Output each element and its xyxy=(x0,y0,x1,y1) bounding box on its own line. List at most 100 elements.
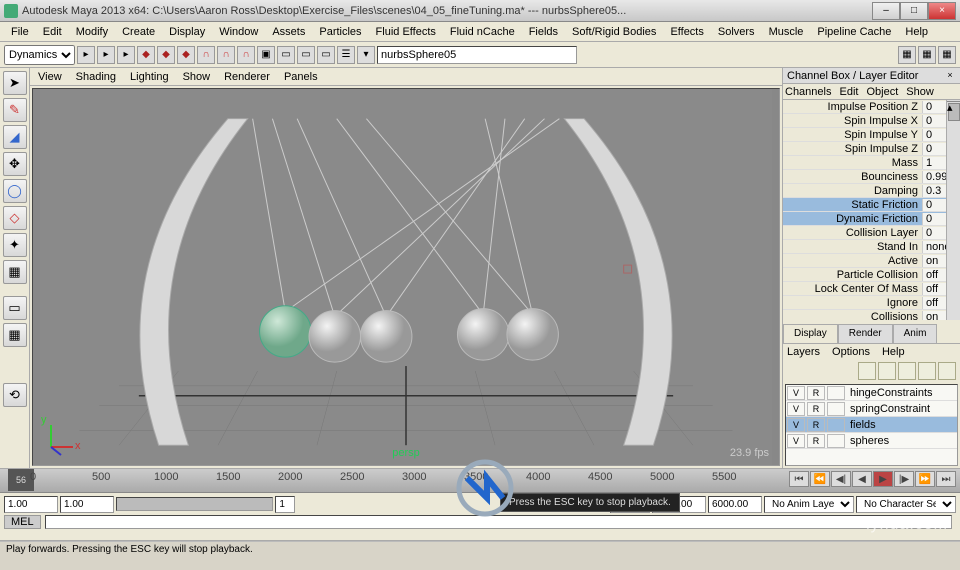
render-icon[interactable]: ▭ xyxy=(297,46,315,64)
channel-menu-item[interactable]: Channels xyxy=(785,86,831,98)
select-tool[interactable]: ➤ xyxy=(3,71,27,95)
layer-menu-item[interactable]: Options xyxy=(832,346,870,358)
layer-ref[interactable]: R xyxy=(807,434,825,448)
channel-menu-item[interactable]: Edit xyxy=(839,86,858,98)
range-start2-field[interactable] xyxy=(60,496,114,513)
render-icon[interactable]: ▭ xyxy=(317,46,335,64)
channel-menu-item[interactable]: Show xyxy=(906,86,934,98)
menu-softrigidbodies[interactable]: Soft/Rigid Bodies xyxy=(565,24,663,40)
menu-modify[interactable]: Modify xyxy=(69,24,115,40)
layer-ref[interactable]: R xyxy=(807,402,825,416)
layer-tab-display[interactable]: Display xyxy=(783,324,838,343)
menu-file[interactable]: File xyxy=(4,24,36,40)
shelf-icon[interactable]: ▾ xyxy=(357,46,375,64)
channel-row[interactable]: Dynamic Friction0 xyxy=(783,212,960,226)
history-icon[interactable]: ⟲ xyxy=(3,383,27,407)
playback-button[interactable]: ▶ xyxy=(873,471,893,487)
layer-row[interactable]: VRfields xyxy=(786,417,957,433)
channel-box[interactable]: Impulse Position Z0Spin Impulse X0Spin I… xyxy=(783,100,960,320)
playback-button[interactable]: ◀ xyxy=(852,471,872,487)
menu-fluidncache[interactable]: Fluid nCache xyxy=(443,24,522,40)
layer-icon[interactable] xyxy=(938,362,956,380)
channel-row[interactable]: Collision Layer0 xyxy=(783,226,960,240)
key-icon[interactable]: ◆ xyxy=(177,46,195,64)
channel-row[interactable]: Particle Collisionoff xyxy=(783,268,960,282)
channel-row[interactable]: Activeon xyxy=(783,254,960,268)
layer-icon[interactable] xyxy=(918,362,936,380)
shelf-icon[interactable]: ▸ xyxy=(77,46,95,64)
channel-row[interactable]: Spin Impulse X0 xyxy=(783,114,960,128)
layer-list[interactable]: VRhingeConstraintsVRspringConstraintVRfi… xyxy=(785,384,958,466)
channel-row[interactable]: Static Friction0 xyxy=(783,198,960,212)
layer-icon[interactable] xyxy=(898,362,916,380)
panel-toggle-icon[interactable]: ▦ xyxy=(938,46,956,64)
view-menu-item[interactable]: Lighting xyxy=(130,71,169,83)
last-tool[interactable]: ▦ xyxy=(3,260,27,284)
playback-button[interactable]: ⏩ xyxy=(915,471,935,487)
layer-menu-item[interactable]: Layers xyxy=(787,346,820,358)
range-slider[interactable] xyxy=(116,497,273,511)
shelf-icon[interactable]: ☰ xyxy=(337,46,355,64)
minimize-button[interactable]: – xyxy=(872,2,900,20)
range-end2-field[interactable] xyxy=(708,496,762,513)
channel-menu-item[interactable]: Object xyxy=(866,86,898,98)
shelf-icon[interactable]: ▸ xyxy=(117,46,135,64)
layer-tab-render[interactable]: Render xyxy=(838,324,893,343)
view-menu-item[interactable]: Panels xyxy=(284,71,318,83)
layer-row[interactable]: VRspringConstraint xyxy=(786,401,957,417)
layer-ref[interactable]: R xyxy=(807,418,825,432)
scrollbar[interactable]: ▴ xyxy=(946,100,960,320)
range-start-field[interactable] xyxy=(4,496,58,513)
layer-vis[interactable]: V xyxy=(787,418,805,432)
playback-button[interactable]: |▶ xyxy=(894,471,914,487)
channel-row[interactable]: Lock Center Of Massoff xyxy=(783,282,960,296)
layer-ref[interactable]: R xyxy=(807,386,825,400)
render-icon[interactable]: ▭ xyxy=(277,46,295,64)
layer-color[interactable] xyxy=(827,402,845,416)
menu-particles[interactable]: Particles xyxy=(312,24,368,40)
playback-button[interactable]: ⏭ xyxy=(936,471,956,487)
channel-row[interactable]: Mass1 xyxy=(783,156,960,170)
channel-row[interactable]: Bounciness0.99 xyxy=(783,170,960,184)
close-button[interactable]: × xyxy=(928,2,956,20)
shelf-icon[interactable]: ▣ xyxy=(257,46,275,64)
key-icon[interactable]: ◆ xyxy=(157,46,175,64)
panel-close-icon[interactable]: × xyxy=(944,70,956,82)
layout-single[interactable]: ▭ xyxy=(3,296,27,320)
menu-solvers[interactable]: Solvers xyxy=(711,24,762,40)
view-menu-item[interactable]: Shading xyxy=(76,71,116,83)
menu-create[interactable]: Create xyxy=(115,24,162,40)
layer-color[interactable] xyxy=(827,434,845,448)
manip-tool[interactable]: ✦ xyxy=(3,233,27,257)
layer-icon[interactable] xyxy=(858,362,876,380)
frame-field[interactable] xyxy=(275,496,295,513)
char-set-select[interactable]: No Character Set xyxy=(856,496,956,513)
view-menu-item[interactable]: Show xyxy=(183,71,211,83)
playback-button[interactable]: ◀| xyxy=(831,471,851,487)
layer-menu-item[interactable]: Help xyxy=(882,346,905,358)
channel-row[interactable]: Stand Innone xyxy=(783,240,960,254)
view-menu-item[interactable]: Renderer xyxy=(224,71,270,83)
layer-vis[interactable]: V xyxy=(787,386,805,400)
menu-fluideffects[interactable]: Fluid Effects xyxy=(369,24,443,40)
playback-button[interactable]: ⏮ xyxy=(789,471,809,487)
layer-row[interactable]: VRspheres xyxy=(786,433,957,449)
playback-button[interactable]: ⏪ xyxy=(810,471,830,487)
mode-selector[interactable]: Dynamics xyxy=(4,45,75,65)
layer-tab-anim[interactable]: Anim xyxy=(893,324,938,343)
anim-layer-select[interactable]: No Anim Layer xyxy=(764,496,854,513)
layer-color[interactable] xyxy=(827,386,845,400)
key-icon[interactable]: ◆ xyxy=(137,46,155,64)
mel-label[interactable]: MEL xyxy=(4,515,41,529)
panel-toggle-icon[interactable]: ▦ xyxy=(898,46,916,64)
channel-row[interactable]: Spin Impulse Z0 xyxy=(783,142,960,156)
menu-assets[interactable]: Assets xyxy=(265,24,312,40)
menu-effects[interactable]: Effects xyxy=(663,24,710,40)
menu-help[interactable]: Help xyxy=(898,24,935,40)
layer-color[interactable] xyxy=(827,418,845,432)
magnet-icon[interactable]: ∩ xyxy=(197,46,215,64)
menu-edit[interactable]: Edit xyxy=(36,24,69,40)
layer-row[interactable]: VRhingeConstraints xyxy=(786,385,957,401)
menu-window[interactable]: Window xyxy=(212,24,265,40)
magnet-icon[interactable]: ∩ xyxy=(237,46,255,64)
